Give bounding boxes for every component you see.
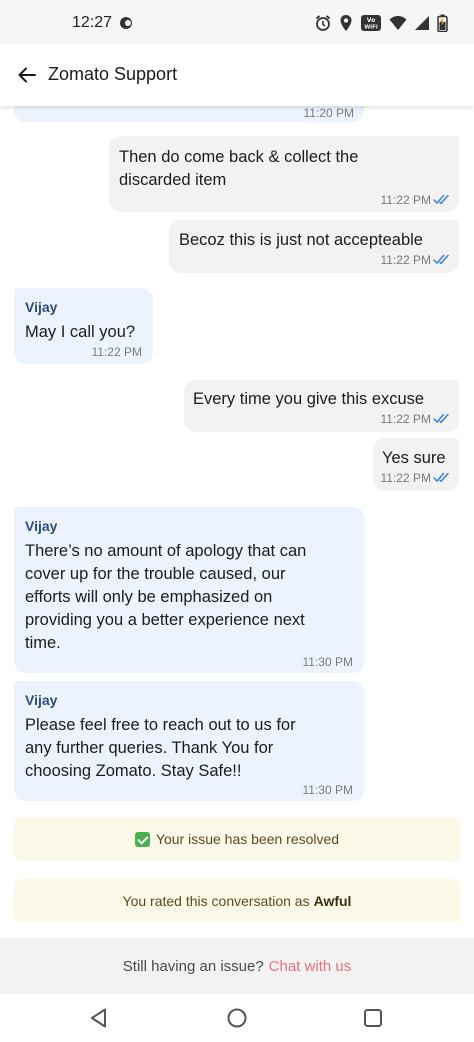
message-time: 11:22 PM [380,253,431,267]
svg-text:Vo: Vo [367,17,375,24]
message-text: May I call you? [25,323,136,341]
message-time: 11:20 PM [303,106,354,120]
chat-messages[interactable]: 11:20 PM Then do come back & collect the… [0,106,474,938]
message-text: Every time you give this excuse [193,390,425,408]
message-incoming: 11:20 PM [14,106,364,122]
vowifi-icon: Vo WiFi [360,14,382,32]
back-button[interactable] [14,62,40,88]
wifi-icon [389,15,407,31]
sender-name: Vijay [25,518,58,534]
message-text: There’s no amount of apology that can co… [25,542,307,652]
message-text: Becoz this is just not accepteable [179,231,423,249]
message-outgoing: Then do come back & collect the discarde… [109,136,459,212]
notification-dot-icon [120,17,132,29]
message-time: 11:22 PM [380,193,431,207]
arrow-left-icon [18,67,36,83]
message-incoming: Vijay Please feel free to reach out to u… [14,681,365,801]
double-check-icon [433,472,449,483]
back-triangle-icon [91,1008,106,1028]
message-time: 11:22 PM [380,412,431,426]
message-outgoing: Yes sure 11:22 PM [373,438,459,491]
message-outgoing: Every time you give this excuse 11:22 PM [184,380,459,432]
check-mark-icon [134,831,150,847]
signal-icon [414,15,430,31]
nav-back-button[interactable] [85,1004,113,1032]
nav-home-button[interactable] [223,1004,251,1032]
rating-notice-text: You rated this conversation as [122,893,310,909]
status-bar: 12:27 Vo WiFi [0,0,474,44]
chat-header: Zomato Support [0,44,474,106]
message-time: 11:22 PM [380,471,431,485]
message-incoming: Vijay There’s no amount of apology that … [14,507,365,673]
message-text: Then do come back & collect the discarde… [119,148,359,189]
chat-footer: Still having an issue? Chat with us [0,938,474,994]
page-title: Zomato Support [48,64,178,84]
double-check-icon [433,254,449,265]
rating-notice: You rated this conversation as Awful [14,879,460,923]
svg-text:WiFi: WiFi [364,25,378,31]
message-outgoing: Becoz this is just not accepteable 11:22… [169,220,459,273]
message-text: Yes sure [382,449,446,467]
status-time: 12:27 [72,14,113,31]
sender-name: Vijay [25,299,58,315]
message-time: 11:30 PM [302,655,353,669]
sender-name: Vijay [25,692,58,708]
status-icons: Vo WiFi [314,14,448,32]
system-nav-bar [0,994,474,1042]
nav-recents-button[interactable] [359,1004,387,1032]
message-time: 11:22 PM [91,345,142,359]
chat-with-us-link[interactable]: Chat with us [269,958,352,975]
footer-prompt: Still having an issue? [122,957,264,975]
message-time: 11:30 PM [302,783,353,797]
message-text: Please feel free to reach out to us for … [25,716,296,780]
message-incoming: Vijay May I call you? 11:22 PM [14,288,153,364]
double-check-icon [433,194,449,205]
location-icon [339,14,353,32]
notice-text: Your issue has been resolved [155,831,340,847]
battery-icon [437,14,448,32]
recents-square-icon [364,1009,382,1027]
home-circle-icon [227,1008,247,1028]
issue-resolved-notice: Your issue has been resolved [14,817,460,861]
double-check-icon [433,413,449,424]
rating-value: Awful [313,893,352,909]
alarm-icon [314,14,332,32]
